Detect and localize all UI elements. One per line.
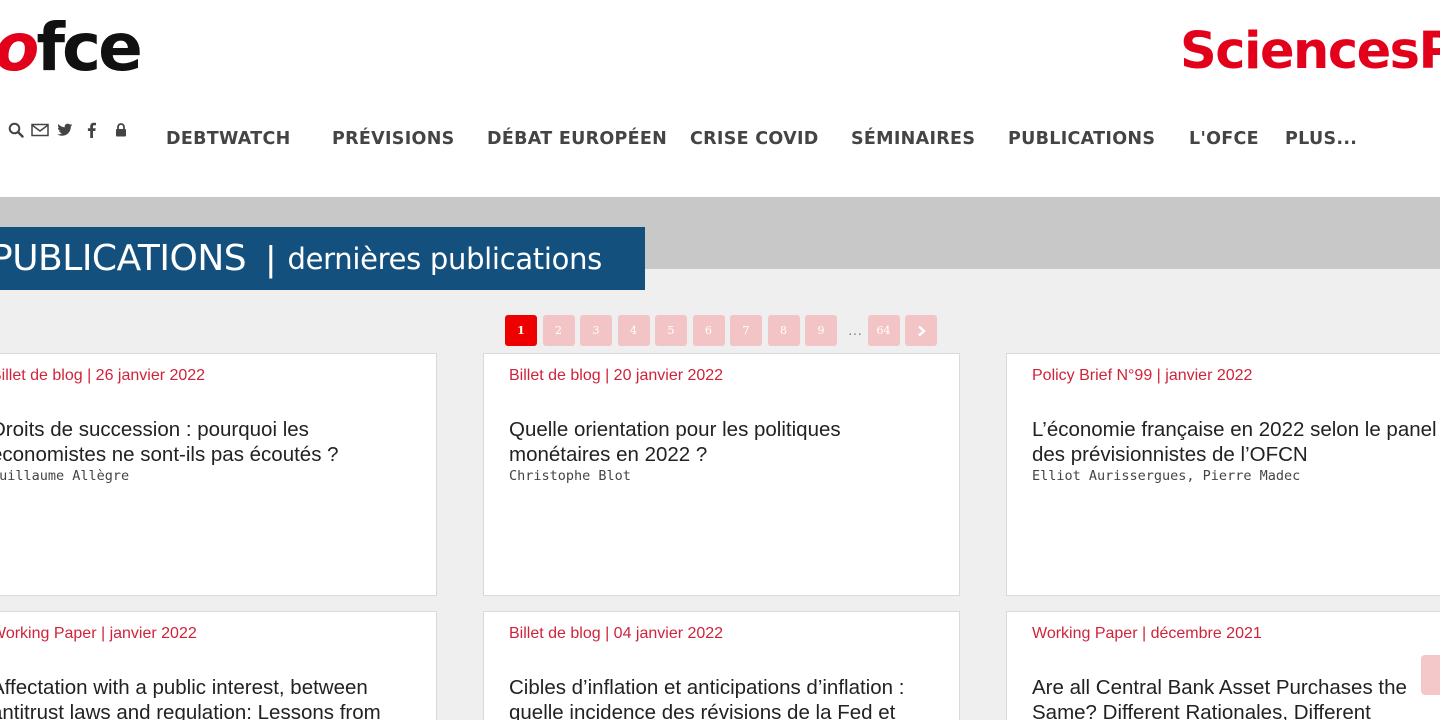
page-button-2[interactable]: 2 [542, 315, 575, 346]
card-title[interactable]: Quelle orientation pour les politiques m… [509, 417, 929, 467]
card-authors: Guillaume Allègre [0, 468, 130, 484]
page-button-1[interactable]: 1 [505, 315, 537, 346]
search-icon[interactable] [8, 120, 31, 140]
utility-icons [8, 120, 138, 140]
card-authors: Elliot Aurissergues, Pierre Madec [1032, 468, 1301, 484]
publication-card[interactable]: Policy Brief N°99 | janvier 2022 L’écono… [1006, 353, 1440, 596]
page-button-8[interactable]: 8 [767, 315, 800, 346]
nav-item-debtwatch[interactable]: DEBTWATCH [166, 127, 291, 151]
ofce-logo[interactable]: ofce [0, 8, 143, 88]
sciencespo-logo[interactable]: SciencesPo [1180, 22, 1440, 82]
scroll-to-top-button[interactable] [1421, 655, 1440, 695]
publication-card[interactable]: Working Paper | janvier 2022 Affectation… [0, 611, 437, 720]
card-meta: Working Paper | décembre 2021 [1032, 625, 1262, 642]
ofce-logo-o: o [0, 9, 39, 86]
facebook-icon[interactable] [87, 120, 115, 140]
publication-card[interactable]: Working Paper | décembre 2021 Are all Ce… [1006, 611, 1440, 720]
section-separator: | [266, 237, 276, 279]
page-button-6[interactable]: 6 [692, 315, 725, 346]
page-button-4[interactable]: 4 [617, 315, 650, 346]
lock-icon[interactable] [115, 120, 138, 140]
page-button-last[interactable]: 64 [867, 315, 900, 346]
card-title[interactable]: L’économie française en 2022 selon le pa… [1032, 417, 1437, 467]
page-button-3[interactable]: 3 [580, 315, 612, 346]
page-button-5[interactable]: 5 [655, 315, 687, 346]
publication-card[interactable]: Billet de blog | 20 janvier 2022 Quelle … [483, 353, 960, 596]
card-meta: Billet de blog | 04 janvier 2022 [509, 625, 724, 642]
nav-item-seminaires[interactable]: SÉMINAIRES [851, 127, 975, 151]
card-authors: Christophe Blot [509, 468, 631, 484]
section-subtitle: dernières publications [287, 241, 602, 276]
nav-item-crise-covid[interactable]: CRISE COVID [690, 127, 819, 151]
nav-item-publications[interactable]: PUBLICATIONS [1008, 127, 1155, 151]
card-title[interactable]: Affectation with a public interest, betw… [0, 675, 411, 720]
section-title: PUBLICATIONS [0, 238, 247, 279]
card-meta: Billet de blog | 26 janvier 2022 [0, 367, 206, 384]
pagination: 1 2 3 4 5 6 7 8 9 … 64 [505, 315, 943, 346]
page-button-7[interactable]: 7 [730, 315, 762, 346]
nav-item-plus[interactable]: PLUS... [1285, 127, 1357, 151]
nav-item-lofce[interactable]: L'OFCE [1189, 127, 1259, 151]
page-button-9[interactable]: 9 [805, 315, 837, 346]
card-title[interactable]: Are all Central Bank Asset Purchases the… [1032, 675, 1440, 720]
publication-card[interactable]: Billet de blog | 26 janvier 2022 Droits … [0, 353, 437, 596]
mail-icon[interactable] [31, 120, 57, 140]
card-title[interactable]: Cibles d’inflation et anticipations d’in… [509, 675, 939, 720]
card-title[interactable]: Droits de succession : pourquoi les écon… [0, 417, 391, 467]
nav-item-debat-europeen[interactable]: DÉBAT EUROPÉEN [487, 127, 667, 151]
card-meta: Billet de blog | 20 janvier 2022 [509, 367, 724, 384]
page-next-button[interactable] [905, 315, 937, 346]
publication-card[interactable]: Billet de blog | 04 janvier 2022 Cibles … [483, 611, 960, 720]
page-ellipsis: … [847, 322, 863, 339]
chevron-right-icon [917, 325, 926, 336]
ofce-logo-text: fce [36, 9, 143, 86]
nav-item-previsions[interactable]: PRÉVISIONS [332, 127, 455, 151]
twitter-icon[interactable] [57, 120, 87, 140]
site-header: ofce SciencesPo DEBTWATCH PRÉVISIONS DÉB… [0, 0, 1440, 197]
section-banner: PUBLICATIONS | dernières publications [0, 227, 645, 290]
card-meta: Working Paper | janvier 2022 [0, 625, 197, 642]
card-meta: Policy Brief N°99 | janvier 2022 [1032, 367, 1253, 384]
